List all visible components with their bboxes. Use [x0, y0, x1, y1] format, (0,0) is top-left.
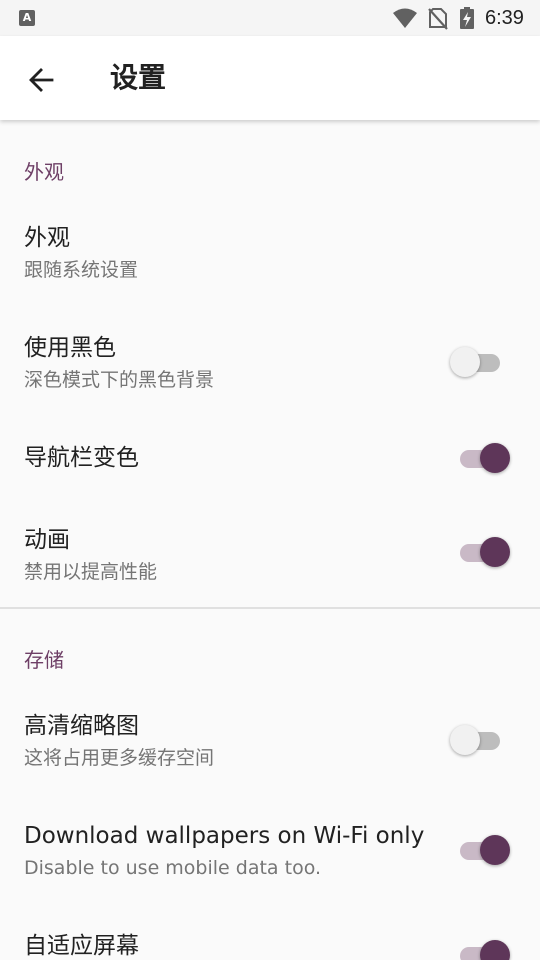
battery-charging-icon — [460, 7, 474, 29]
setting-title: 外观 — [24, 225, 70, 251]
toggle-switch-wifi-only[interactable] — [460, 832, 512, 868]
section-divider — [0, 607, 540, 609]
toggle-switch-animation[interactable] — [460, 534, 512, 570]
setting-title: 动画 — [24, 527, 70, 553]
status-bar: A 6:39 — [0, 0, 540, 36]
setting-title: Download wallpapers on Wi-Fi only — [24, 823, 425, 849]
switch-thumb — [480, 537, 510, 567]
settings-list: 外观 外观 跟随系统设置 使用黑色 深色模式下的黑色背景 导航栏变色 动画 禁用… — [0, 120, 540, 960]
setting-subtitle: 深色模式下的黑色背景 — [24, 369, 215, 391]
switch-thumb — [480, 443, 510, 473]
section-header-appearance: 外观 — [24, 160, 64, 184]
toggle-switch-adaptive-screen[interactable] — [460, 937, 512, 960]
setting-item-animation[interactable]: 动画 禁用以提高性能 — [0, 512, 540, 598]
back-button[interactable] — [20, 58, 64, 102]
setting-item-navbar-color[interactable]: 导航栏变色 — [0, 430, 540, 506]
setting-title: 导航栏变色 — [24, 445, 139, 471]
arrow-left-icon — [29, 68, 54, 92]
setting-item-wifi-only[interactable]: Download wallpapers on Wi-Fi only Disabl… — [0, 808, 540, 894]
setting-subtitle: 跟随系统设置 — [24, 259, 139, 281]
toggle-switch-hd-thumbnails[interactable] — [450, 722, 512, 758]
switch-thumb — [450, 347, 480, 377]
no-sim-icon — [428, 8, 448, 30]
toggle-switch-navbar-color[interactable] — [460, 440, 512, 476]
switch-thumb — [480, 835, 510, 865]
notification-icon: A — [19, 10, 35, 26]
switch-thumb — [480, 940, 510, 960]
setting-subtitle: 这将占用更多缓存空间 — [24, 747, 215, 769]
setting-title: 自适应屏幕 — [24, 933, 139, 959]
setting-item-appearance[interactable]: 外观 跟随系统设置 — [0, 210, 540, 296]
section-header-storage: 存储 — [24, 648, 64, 672]
setting-title: 使用黑色 — [24, 335, 116, 361]
setting-item-use-black[interactable]: 使用黑色 深色模式下的黑色背景 — [0, 320, 540, 406]
setting-item-adaptive-screen[interactable]: 自适应屏幕 — [0, 918, 540, 960]
setting-item-hd-thumbnails[interactable]: 高清缩略图 这将占用更多缓存空间 — [0, 698, 540, 784]
switch-thumb — [450, 725, 480, 755]
setting-subtitle: 禁用以提高性能 — [24, 561, 158, 583]
wifi-icon — [393, 8, 417, 28]
page-title: 设置 — [110, 61, 167, 94]
setting-subtitle: Disable to use mobile data too. — [24, 857, 322, 879]
status-time: 6:39 — [485, 7, 524, 29]
setting-title: 高清缩略图 — [24, 713, 139, 739]
toggle-switch-use-black[interactable] — [450, 344, 512, 380]
app-bar: 设置 — [0, 36, 540, 120]
